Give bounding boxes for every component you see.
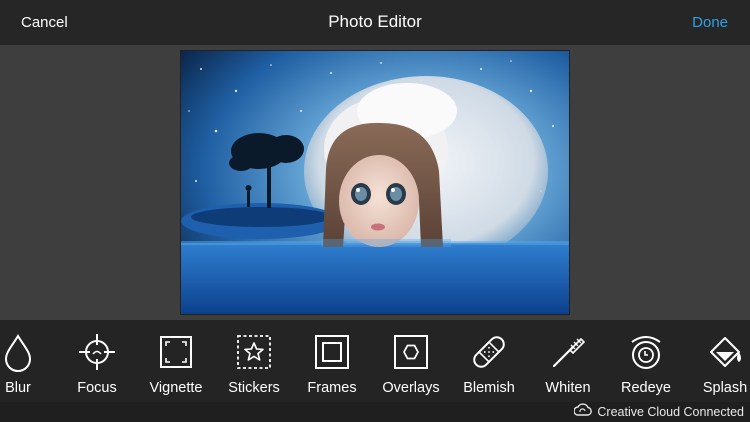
creative-cloud-status[interactable]: Creative Cloud Connected xyxy=(573,402,744,422)
focus-crosshair-icon xyxy=(77,332,117,372)
tool-redeye[interactable]: Redeye xyxy=(606,330,686,400)
photo-image xyxy=(181,51,569,314)
tool-whiten[interactable]: Whiten xyxy=(528,330,608,400)
tool-label: Vignette xyxy=(149,380,203,396)
tool-label: Frames xyxy=(307,380,357,396)
tool-frames[interactable]: Frames xyxy=(292,330,372,400)
tool-focus[interactable]: Focus xyxy=(57,330,137,400)
redeye-icon xyxy=(626,332,666,372)
tool-label: Splash xyxy=(702,380,748,396)
page-title: Photo Editor xyxy=(328,12,422,31)
tool-label: Redeye xyxy=(621,380,671,396)
vignette-frame-icon xyxy=(156,332,196,372)
tool-overlays[interactable]: Overlays xyxy=(371,330,451,400)
creative-cloud-label: Creative Cloud Connected xyxy=(597,405,744,419)
blur-drop-icon xyxy=(0,332,38,372)
navigation-bar: Cancel Photo Editor Done xyxy=(0,0,750,45)
creative-cloud-icon xyxy=(573,402,593,422)
bandage-icon xyxy=(469,332,509,372)
toothbrush-icon xyxy=(548,332,588,372)
tool-label: Focus xyxy=(77,380,117,396)
status-bar: Creative Cloud Connected xyxy=(0,402,750,422)
tools-toolbar: Blur Focus Vignette Stickers Frames Over… xyxy=(0,320,750,402)
done-button[interactable]: Done xyxy=(692,14,728,31)
sticker-star-icon xyxy=(234,332,274,372)
tool-blemish[interactable]: Blemish xyxy=(449,330,529,400)
tool-blur[interactable]: Blur xyxy=(0,330,58,400)
tool-splash[interactable]: Splash xyxy=(685,330,750,400)
tool-stickers[interactable]: Stickers xyxy=(214,330,294,400)
tool-label: Blemish xyxy=(463,380,515,396)
tool-label: Overlays xyxy=(382,380,440,396)
paint-bucket-icon xyxy=(705,332,745,372)
tool-label: Blur xyxy=(5,380,31,396)
tool-label: Stickers xyxy=(228,380,280,396)
frames-icon xyxy=(312,332,352,372)
overlay-hexagon-icon xyxy=(391,332,431,372)
photo-preview[interactable] xyxy=(180,50,570,315)
tool-label: Whiten xyxy=(545,380,591,396)
tool-vignette[interactable]: Vignette xyxy=(136,330,216,400)
